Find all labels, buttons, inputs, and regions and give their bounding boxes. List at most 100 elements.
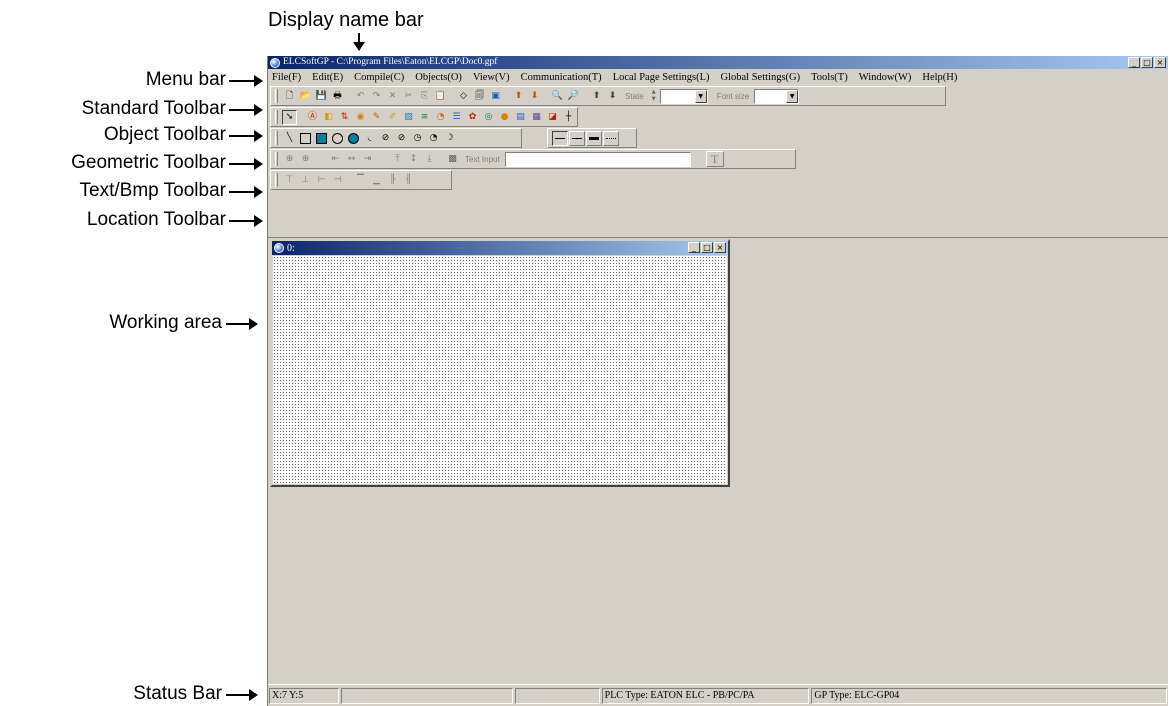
delete-icon[interactable]: ✕	[385, 89, 400, 104]
menu-view[interactable]: View(V)	[473, 72, 510, 83]
font-size-combo[interactable]: ▼	[754, 88, 800, 104]
menu-global-settings[interactable]: Global Settings(G)	[721, 72, 801, 83]
app-icon[interactable]	[270, 57, 280, 68]
cut-icon[interactable]: ✂	[401, 89, 416, 104]
save-icon[interactable]: 💾	[314, 89, 329, 104]
arc-icon[interactable]: ◟	[362, 131, 377, 146]
line-dotted-icon[interactable]	[603, 130, 619, 146]
working-area[interactable]: 0: _ □ ×	[268, 237, 1168, 683]
align-center-icon[interactable]: ↔	[344, 152, 359, 167]
screen-icon[interactable]: ▣	[488, 89, 503, 104]
same-height-icon[interactable]: ▁	[369, 173, 384, 188]
distribute-horizontal-icon[interactable]: ╟	[385, 173, 400, 188]
align-middle-icon[interactable]: ↕	[406, 152, 421, 167]
select-pointer-icon[interactable]: ➘	[282, 109, 297, 125]
design-canvas[interactable]	[273, 256, 727, 484]
text-input-field[interactable]	[504, 151, 691, 167]
same-width-icon[interactable]: ▔	[353, 173, 368, 188]
filled-rectangle-icon[interactable]	[314, 131, 329, 146]
menu-file[interactable]: File(F)	[272, 72, 301, 83]
restore-button[interactable]: □	[1141, 57, 1153, 68]
menu-compile[interactable]: Compile(C)	[354, 72, 404, 83]
numeric-object-icon[interactable]: ⇅	[337, 110, 352, 125]
new-file-icon[interactable]: 🗋	[282, 89, 297, 104]
filled-circle-icon[interactable]	[346, 131, 361, 146]
chevron-down-icon[interactable]: ▼	[786, 89, 799, 103]
paste-icon[interactable]: 📋	[433, 89, 448, 104]
align-top-icon[interactable]: ⤒	[390, 152, 405, 167]
list-object-icon[interactable]: ☰	[449, 110, 464, 125]
page-window-title-bar[interactable]: 0: _ □ ×	[272, 241, 728, 255]
toolbar-grip[interactable]	[275, 110, 278, 124]
switch-object-icon[interactable]: ◧	[321, 110, 336, 125]
pen-object-icon[interactable]: ✎	[369, 110, 384, 125]
distribute-vertical-icon[interactable]: ╢	[401, 173, 416, 188]
minimize-button[interactable]: _	[1128, 57, 1140, 68]
align-right-icon[interactable]: ⇥	[360, 152, 375, 167]
menu-window[interactable]: Window(W)	[859, 72, 912, 83]
chevron-down-icon[interactable]: ▼	[694, 89, 707, 103]
trend-object-icon[interactable]: ◎	[481, 110, 496, 125]
filled-ellipse-icon[interactable]: ⊘	[394, 131, 409, 146]
menu-local-page-settings[interactable]: Local Page Settings(L)	[613, 72, 710, 83]
pie-icon[interactable]: ◔	[426, 131, 441, 146]
state-combo[interactable]: ▼	[659, 88, 708, 104]
eraser-icon[interactable]: ◇	[456, 89, 471, 104]
indicator-object-icon[interactable]: ◉	[353, 110, 368, 125]
close-button[interactable]: ×	[1154, 57, 1166, 68]
rectangle-icon[interactable]	[298, 131, 313, 146]
align-top-edge-icon[interactable]: ⊤	[282, 173, 297, 188]
line-thick-icon[interactable]	[586, 130, 602, 146]
toolbar-grip[interactable]	[275, 131, 278, 145]
move-down-icon[interactable]: ⬇	[605, 89, 620, 104]
line-icon[interactable]: ╲	[282, 131, 297, 146]
alarm-object-icon[interactable]: ✿	[465, 110, 480, 125]
text-add-icon[interactable]: ⊕	[282, 152, 297, 167]
sector-icon[interactable]: ◷	[410, 131, 425, 146]
page-window-icon[interactable]	[274, 243, 284, 253]
page-icon[interactable]: 🗐	[472, 89, 487, 104]
toolbar-grip[interactable]	[275, 89, 278, 103]
align-left-edge-icon[interactable]: ⊢	[314, 173, 329, 188]
menu-edit[interactable]: Edit(E)	[312, 72, 343, 83]
circle-icon[interactable]	[330, 131, 345, 146]
toolbar-grip[interactable]	[275, 152, 278, 166]
bar-object-icon[interactable]: ≡	[417, 110, 432, 125]
menu-help[interactable]: Help(H)	[922, 72, 957, 83]
lamp-object-icon[interactable]: ●	[497, 110, 512, 125]
line-none-icon[interactable]	[552, 130, 568, 146]
button-object-icon[interactable]: Ⓐ	[305, 110, 320, 125]
menu-communication[interactable]: Communication(T)	[521, 72, 602, 83]
recipe-object-icon[interactable]: ▦	[529, 110, 544, 125]
page-maximize-button[interactable]: □	[701, 242, 713, 253]
chart-object-icon[interactable]: ▤	[513, 110, 528, 125]
text-style-button[interactable]: T	[705, 151, 724, 167]
bitmap-icon[interactable]: ▩	[445, 152, 460, 167]
copy-icon[interactable]: ⎘	[417, 89, 432, 104]
page-minimize-button[interactable]: _	[688, 242, 700, 253]
undo-icon[interactable]: ↶	[353, 89, 368, 104]
download-icon[interactable]: ⬇	[527, 89, 542, 104]
picture-object-icon[interactable]: ▨	[401, 110, 416, 125]
page-close-button[interactable]: ×	[714, 242, 726, 253]
align-left-icon[interactable]: ⇤	[328, 152, 343, 167]
upload-icon[interactable]: ⬆	[511, 89, 526, 104]
ellipse-icon[interactable]: ⊘	[378, 131, 393, 146]
brush-object-icon[interactable]: ✐	[385, 110, 400, 125]
toolbar-grip[interactable]	[275, 173, 278, 187]
meter-object-icon[interactable]: ◔	[433, 110, 448, 125]
bmp-add-icon[interactable]: ⊕	[298, 152, 313, 167]
graph-object-icon[interactable]: ◪	[545, 110, 560, 125]
redo-icon[interactable]: ↷	[369, 89, 384, 104]
polygon-icon[interactable]: ☽	[442, 131, 457, 146]
line-thin-icon[interactable]	[569, 130, 585, 146]
menu-objects[interactable]: Objects(O)	[415, 72, 462, 83]
state-spinner[interactable]: ▲ ▼	[649, 89, 659, 104]
zoom-in-icon[interactable]: 🔍	[550, 89, 565, 104]
zoom-out-icon[interactable]: 🔎	[566, 89, 581, 104]
title-bar[interactable]: ELCSoftGP - C:\Program Files\Eaton\ELCGP…	[268, 56, 1168, 69]
crosshair-icon[interactable]: ┼	[561, 110, 576, 125]
align-right-edge-icon[interactable]: ⊣	[330, 173, 345, 188]
menu-tools[interactable]: Tools(T)	[811, 72, 848, 83]
align-bottom-edge-icon[interactable]: ⊥	[298, 173, 313, 188]
